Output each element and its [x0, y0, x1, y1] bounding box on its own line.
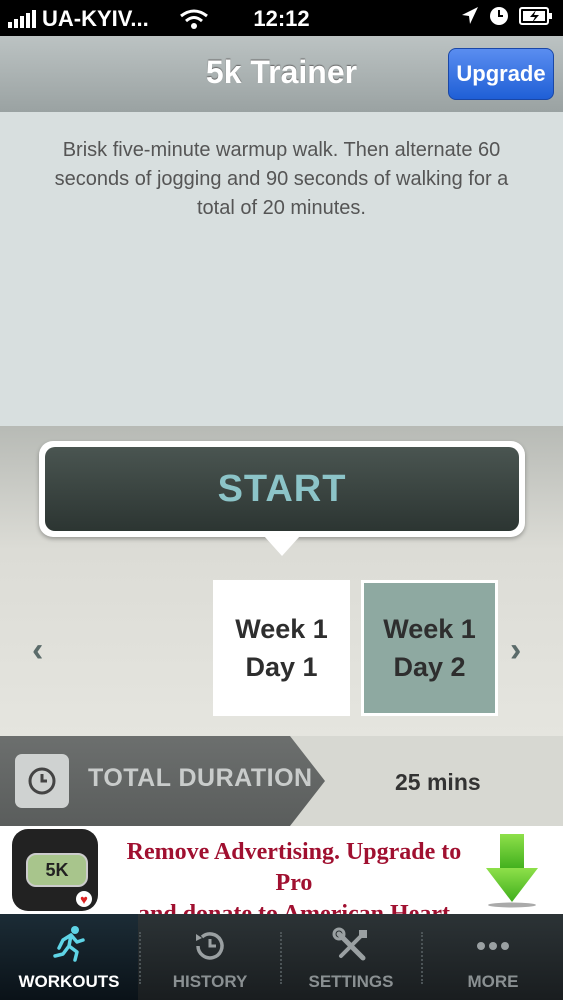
status-right	[461, 6, 553, 26]
runner-icon	[53, 926, 85, 962]
total-duration-label-panel: TOTAL DURATION	[0, 736, 325, 826]
alarm-clock-icon	[490, 7, 508, 25]
more-dots-icon	[477, 942, 509, 950]
start-pointer	[264, 536, 300, 556]
navigation-bar: 5k Trainer Upgrade	[0, 36, 563, 113]
day-card-week: Week 1	[383, 614, 476, 644]
day-card-week1-day1[interactable]: Week 1 Day 1	[213, 580, 350, 716]
start-button[interactable]: START	[45, 447, 519, 531]
location-arrow-icon	[462, 7, 478, 24]
workout-description: Brisk five-minute warmup walk. Then alte…	[54, 139, 509, 219]
history-clock-icon	[196, 932, 224, 960]
start-button-frame: START	[39, 441, 525, 537]
tab-settings[interactable]: SETTINGS	[282, 914, 420, 1000]
tab-label: SETTINGS	[308, 972, 394, 991]
5k-app-icon: 5K ♥	[12, 829, 98, 911]
clock-icon	[15, 754, 69, 808]
tab-label: MORE	[467, 972, 519, 991]
tab-workouts[interactable]: WORKOUTS	[0, 914, 138, 1000]
total-duration-label: TOTAL DURATION	[88, 764, 313, 792]
day-card-day: Day 2	[393, 652, 466, 682]
heart-icon: ♥	[76, 891, 92, 907]
tab-bar: WORKOUTS HISTORY SETTINGS MORE	[0, 914, 563, 1000]
total-duration-value: 25 mins	[395, 769, 481, 795]
tab-history[interactable]: HISTORY	[141, 914, 279, 1000]
app-icon-label: 5K	[26, 853, 88, 887]
workout-description-panel: Brisk five-minute warmup walk. Then alte…	[0, 112, 563, 426]
tab-label: HISTORY	[172, 972, 248, 991]
day-card-week1-day2[interactable]: Week 1 Day 2	[361, 580, 498, 716]
download-arrow-icon	[486, 834, 538, 908]
tab-more[interactable]: MORE	[423, 914, 563, 1000]
tools-icon	[332, 927, 367, 961]
ad-banner[interactable]: 5K ♥ Remove Advertising. Upgrade to Pro …	[0, 826, 563, 958]
ad-line-1: Remove Advertising. Upgrade to Pro	[126, 839, 462, 896]
prev-day-arrow[interactable]: ‹	[32, 631, 43, 670]
next-day-arrow[interactable]: ›	[510, 631, 521, 670]
status-bar: UA-KYIV... 12:12	[0, 0, 563, 36]
total-duration-row: TOTAL DURATION 25 mins	[0, 736, 563, 826]
day-card-day: Day 1	[245, 652, 318, 682]
workout-selector: START ‹ Week 1 Day 1 Week 1 Day 2 ›	[0, 426, 563, 736]
day-card-week: Week 1	[235, 614, 328, 644]
upgrade-button[interactable]: Upgrade	[448, 48, 554, 100]
battery-charging-icon	[519, 7, 552, 25]
tab-label: WORKOUTS	[18, 972, 120, 991]
